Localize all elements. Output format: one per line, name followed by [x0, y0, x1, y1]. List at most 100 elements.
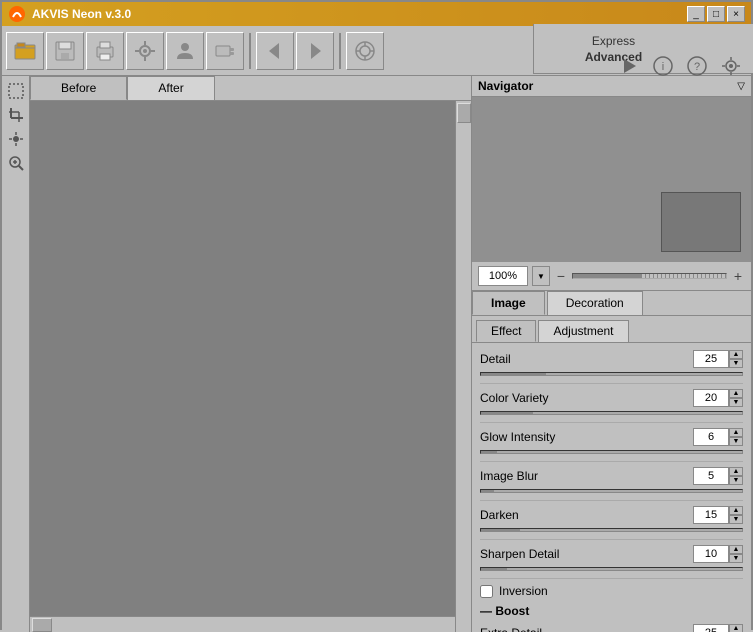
print-button[interactable]: [86, 32, 124, 70]
express-tab[interactable]: Express: [584, 33, 643, 49]
extra-detail-value-box: ▲ ▼: [693, 624, 743, 632]
extra-detail-input[interactable]: [693, 624, 729, 632]
detail-input[interactable]: [693, 350, 729, 368]
titlebar-left: AKVIS Neon v.3.0: [8, 5, 131, 23]
run-button[interactable]: [346, 32, 384, 70]
app-title: AKVIS Neon v.3.0: [32, 7, 131, 21]
color-variety-label: Color Variety: [480, 391, 548, 405]
image-blur-setting: Image Blur ▲ ▼: [472, 464, 751, 498]
color-variety-slider[interactable]: [480, 411, 743, 415]
detail-decrement[interactable]: ▼: [729, 359, 743, 368]
person-button[interactable]: [166, 32, 204, 70]
marquee-tool[interactable]: [5, 80, 27, 102]
color-variety-input[interactable]: [693, 389, 729, 407]
sharpen-detail-label: Sharpen Detail: [480, 547, 559, 561]
play-button[interactable]: [615, 52, 643, 80]
glow-intensity-setting: Glow Intensity ▲ ▼: [472, 425, 751, 459]
open-file-button[interactable]: [6, 32, 44, 70]
minimize-button[interactable]: _: [687, 6, 705, 22]
pan-tool[interactable]: [5, 128, 27, 150]
glow-intensity-value-box: ▲ ▼: [693, 428, 743, 446]
close-button[interactable]: ×: [727, 6, 745, 22]
plugin-button[interactable]: [206, 32, 244, 70]
detail-slider[interactable]: [480, 372, 743, 376]
canvas-area: Before After: [30, 76, 471, 632]
effect-subtab[interactable]: Effect: [476, 320, 536, 342]
glow-intensity-slider[interactable]: [480, 450, 743, 454]
decoration-tab[interactable]: Decoration: [547, 291, 643, 315]
darken-increment[interactable]: ▲: [729, 506, 743, 515]
navigator-viewport-indicator: [661, 192, 741, 252]
save-button[interactable]: [46, 32, 84, 70]
mode-area: Express Advanced i ?: [533, 24, 753, 74]
navigator-zoom-controls: 100% ▼ − +: [472, 262, 751, 291]
zoom-track[interactable]: [572, 273, 727, 279]
before-tab[interactable]: Before: [30, 76, 127, 100]
separator-1: [249, 33, 251, 69]
adjustment-subtab[interactable]: Adjustment: [538, 320, 628, 342]
sharpen-detail-slider[interactable]: [480, 567, 743, 571]
glow-intensity-label: Glow Intensity: [480, 430, 555, 444]
color-variety-spinbox: ▲ ▼: [729, 389, 743, 407]
inversion-checkbox[interactable]: [480, 585, 493, 598]
help-button[interactable]: ?: [683, 52, 711, 80]
zoom-in-button[interactable]: +: [731, 269, 745, 283]
color-variety-increment[interactable]: ▲: [729, 389, 743, 398]
darken-setting: Darken ▲ ▼: [472, 503, 751, 537]
info-button[interactable]: i: [649, 52, 677, 80]
darken-slider[interactable]: [480, 528, 743, 532]
separator-2: [339, 33, 341, 69]
after-tab[interactable]: After: [127, 76, 214, 100]
divider-4: [480, 500, 743, 501]
back-button[interactable]: [256, 32, 294, 70]
zoom-value-display: 100%: [478, 266, 528, 286]
image-blur-decrement[interactable]: ▼: [729, 476, 743, 485]
darken-input[interactable]: [693, 506, 729, 524]
sharpen-detail-input[interactable]: [693, 545, 729, 563]
detail-label: Detail: [480, 352, 511, 366]
navigator-title: Navigator: [478, 79, 533, 93]
image-blur-increment[interactable]: ▲: [729, 467, 743, 476]
divider-6: [480, 578, 743, 579]
color-variety-decrement[interactable]: ▼: [729, 398, 743, 407]
sharpen-detail-value-box: ▲ ▼: [693, 545, 743, 563]
zoom-out-button[interactable]: −: [554, 269, 568, 283]
sharpen-detail-decrement[interactable]: ▼: [729, 554, 743, 563]
maximize-button[interactable]: □: [707, 6, 725, 22]
canvas-view[interactable]: [30, 101, 471, 632]
darken-decrement[interactable]: ▼: [729, 515, 743, 524]
darken-spinbox: ▲ ▼: [729, 506, 743, 524]
sharpen-detail-setting: Sharpen Detail ▲ ▼: [472, 542, 751, 576]
sharpen-detail-spinbox: ▲ ▼: [729, 545, 743, 563]
darken-value-box: ▲ ▼: [693, 506, 743, 524]
glow-intensity-input[interactable]: [693, 428, 729, 446]
image-blur-slider[interactable]: [480, 489, 743, 493]
glow-intensity-decrement[interactable]: ▼: [729, 437, 743, 446]
image-blur-label: Image Blur: [480, 469, 538, 483]
image-blur-spinbox: ▲ ▼: [729, 467, 743, 485]
image-tab[interactable]: Image: [472, 291, 545, 315]
right-panel: Navigator ▽ 100% ▼ − + Image Decoration: [471, 76, 751, 632]
canvas-vertical-scrollbar[interactable]: [455, 101, 471, 632]
settings-button[interactable]: [126, 32, 164, 70]
forward-button[interactable]: [296, 32, 334, 70]
extra-detail-setting: Extra Detail ▲ ▼: [472, 621, 751, 632]
divider-3: [480, 461, 743, 462]
detail-spinbox: ▲ ▼: [729, 350, 743, 368]
crop-tool[interactable]: [5, 104, 27, 126]
zoom-tool[interactable]: [5, 152, 27, 174]
sub-tabs: Effect Adjustment: [472, 316, 751, 343]
left-toolbar: [2, 76, 30, 632]
sharpen-detail-increment[interactable]: ▲: [729, 545, 743, 554]
glow-intensity-increment[interactable]: ▲: [729, 428, 743, 437]
preferences-button[interactable]: [717, 52, 745, 80]
navigator-preview: [472, 97, 751, 262]
zoom-dropdown-button[interactable]: ▼: [532, 266, 550, 286]
titlebar-controls: _ □ ×: [687, 6, 745, 22]
extra-detail-increment[interactable]: ▲: [729, 624, 743, 632]
main-tabs: Image Decoration: [472, 291, 751, 316]
navigator-collapse-icon[interactable]: ▽: [737, 81, 745, 92]
detail-increment[interactable]: ▲: [729, 350, 743, 359]
mode-controls: i ?: [615, 52, 745, 80]
image-blur-input[interactable]: [693, 467, 729, 485]
